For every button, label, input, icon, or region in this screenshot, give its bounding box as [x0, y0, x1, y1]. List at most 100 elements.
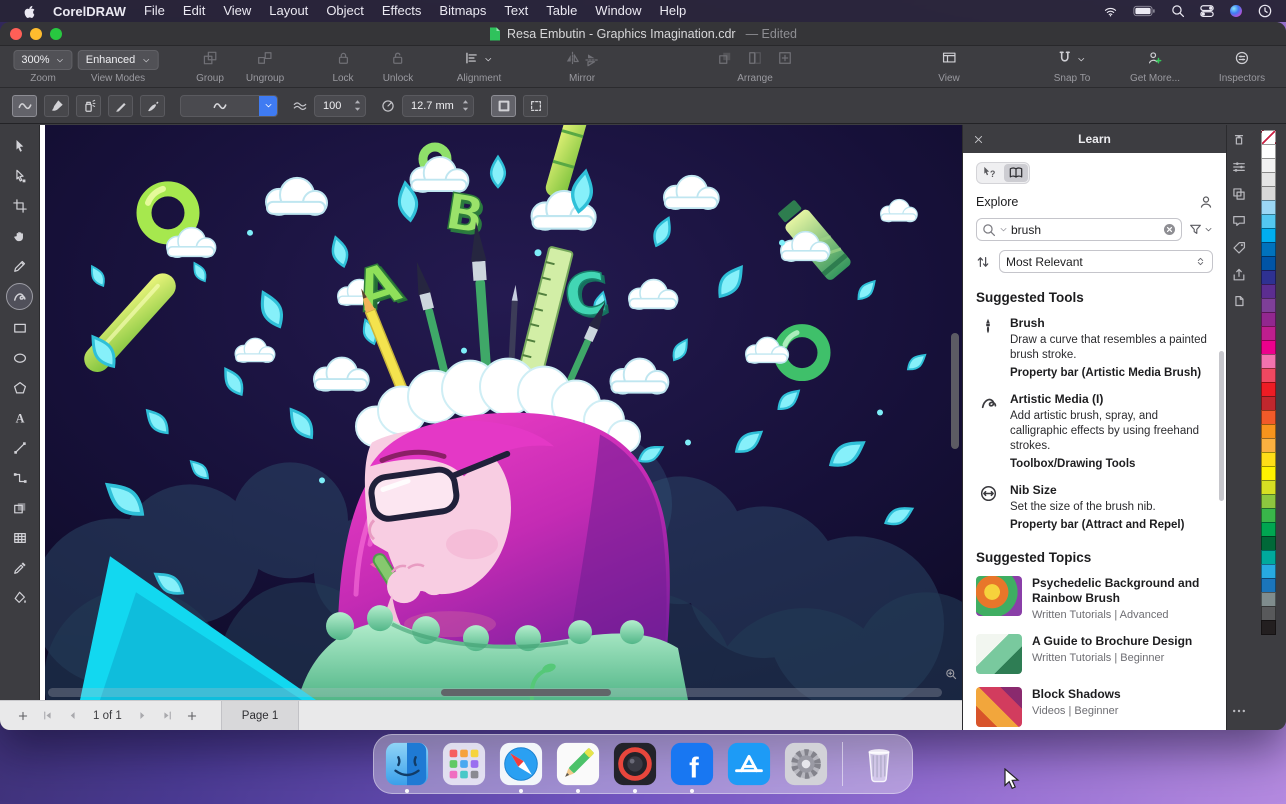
- preset-stroke-button[interactable]: [12, 95, 37, 117]
- color-swatch[interactable]: [1261, 424, 1276, 439]
- close-panel-icon[interactable]: [973, 134, 984, 145]
- dock-launchpad-icon[interactable]: [440, 740, 488, 788]
- suggested-tool-item[interactable]: Nib SizeSet the size of the brush nib.Pr…: [976, 483, 1213, 533]
- crop-tool[interactable]: [6, 193, 33, 218]
- calligraphic-button[interactable]: [108, 95, 133, 117]
- color-swatch[interactable]: [1261, 410, 1276, 425]
- fill-tool[interactable]: [6, 585, 33, 610]
- siri-icon[interactable]: [1229, 4, 1243, 18]
- mirror-button[interactable]: Mirror: [566, 49, 599, 84]
- line-tool[interactable]: [6, 435, 33, 460]
- color-swatch[interactable]: [1261, 256, 1276, 271]
- suggested-topic-item[interactable]: A Guide to Brochure DesignWritten Tutori…: [976, 634, 1213, 674]
- color-swatch[interactable]: [1261, 522, 1276, 537]
- color-swatch[interactable]: [1261, 228, 1276, 243]
- next-page-button[interactable]: [130, 710, 155, 721]
- last-page-button[interactable]: [155, 710, 180, 721]
- dock-settings-icon[interactable]: [782, 740, 830, 788]
- color-swatch[interactable]: [1261, 480, 1276, 495]
- menu-effects[interactable]: Effects: [373, 0, 431, 22]
- group-button[interactable]: Group: [196, 49, 224, 84]
- color-swatch[interactable]: [1261, 606, 1276, 621]
- shadow-tool[interactable]: [6, 495, 33, 520]
- add-page-button[interactable]: [10, 710, 35, 722]
- search-scope-chevron-icon[interactable]: [999, 225, 1008, 234]
- border-toggle-button[interactable]: [491, 95, 516, 117]
- expression-button[interactable]: [140, 95, 165, 117]
- add-page-after-button[interactable]: [180, 710, 205, 722]
- clock-icon[interactable]: [1258, 4, 1272, 18]
- graph-paper-tool[interactable]: [6, 525, 33, 550]
- horizontal-scrollbar[interactable]: [48, 688, 942, 697]
- ellipse-tool[interactable]: [6, 345, 33, 370]
- docker-comment-icon[interactable]: [1232, 214, 1246, 228]
- docker-sliders-icon[interactable]: [1232, 160, 1246, 174]
- search-input[interactable]: brush: [976, 218, 1182, 241]
- dock-finder-icon[interactable]: [383, 740, 431, 788]
- color-swatch[interactable]: [1261, 200, 1276, 215]
- pick-tool[interactable]: [6, 133, 33, 158]
- stepper-icon[interactable]: [354, 99, 361, 112]
- color-swatch[interactable]: [1261, 564, 1276, 579]
- get-more-button[interactable]: Get More...: [1130, 49, 1180, 84]
- dock-app-store-icon[interactable]: [725, 740, 773, 788]
- freehand-tool[interactable]: [6, 253, 33, 278]
- docker-export-icon[interactable]: [1232, 268, 1246, 282]
- suggested-topic-item[interactable]: Psychedelic Background and Rainbow Brush…: [976, 576, 1213, 621]
- polygon-tool[interactable]: [6, 375, 33, 400]
- color-swatch[interactable]: [1261, 214, 1276, 229]
- text-tool[interactable]: A: [6, 405, 33, 430]
- control-center-icon[interactable]: [1200, 4, 1214, 18]
- ungroup-button[interactable]: Ungroup: [246, 49, 284, 84]
- rectangle-tool[interactable]: [6, 315, 33, 340]
- panel-scrollbar[interactable]: [1219, 351, 1224, 501]
- menu-edit[interactable]: Edit: [174, 0, 214, 22]
- learn-tab[interactable]: [1004, 164, 1028, 182]
- color-swatch[interactable]: [1261, 340, 1276, 355]
- inspectors-button[interactable]: Inspectors: [1219, 49, 1265, 84]
- menu-file[interactable]: File: [135, 0, 174, 22]
- color-swatch[interactable]: [1261, 508, 1276, 523]
- menu-view[interactable]: View: [214, 0, 260, 22]
- dock-safari-icon[interactable]: [497, 740, 545, 788]
- title-bar[interactable]: Resa Embutin - Graphics Imagination.cdr …: [0, 22, 1286, 46]
- zoom-control[interactable]: 300% Zoom: [13, 49, 72, 84]
- hints-tab[interactable]: ?: [978, 164, 1002, 182]
- color-swatch[interactable]: [1261, 578, 1276, 593]
- account-icon[interactable]: [1199, 195, 1213, 209]
- color-swatch[interactable]: [1261, 284, 1276, 299]
- dock-lens-app-icon[interactable]: [611, 740, 659, 788]
- clear-search-icon[interactable]: [1163, 223, 1176, 236]
- suggested-tool-item[interactable]: BrushDraw a curve that resembles a paint…: [976, 316, 1213, 381]
- sort-dropdown[interactable]: Most Relevant: [999, 250, 1213, 273]
- color-swatch[interactable]: [1261, 326, 1276, 341]
- minimize-window-button[interactable]: [30, 28, 42, 40]
- eyedropper-tool[interactable]: [6, 555, 33, 580]
- stroke-width-input[interactable]: 12.7 mm: [402, 95, 474, 117]
- color-swatch[interactable]: [1261, 452, 1276, 467]
- dock-facebook-icon[interactable]: f: [668, 740, 716, 788]
- color-swatch[interactable]: [1261, 158, 1276, 173]
- smoothing-input[interactable]: 100: [314, 95, 366, 117]
- color-swatch[interactable]: [1261, 536, 1276, 551]
- first-page-button[interactable]: [35, 710, 60, 721]
- menu-app-name[interactable]: CorelDRAW: [44, 4, 135, 19]
- menu-text[interactable]: Text: [495, 0, 537, 22]
- drawing-canvas[interactable]: AA BB CC: [40, 125, 962, 700]
- dock-pencil-app-icon[interactable]: [554, 740, 602, 788]
- more-options-icon[interactable]: [1232, 704, 1246, 723]
- color-swatch[interactable]: [1261, 368, 1276, 383]
- color-swatch[interactable]: [1261, 494, 1276, 509]
- view-button[interactable]: View: [938, 49, 960, 84]
- brush-stroke-button[interactable]: [44, 95, 69, 117]
- suggested-tool-item[interactable]: Artistic Media (I)Add artistic brush, sp…: [976, 392, 1213, 472]
- dashed-border-toggle-button[interactable]: [523, 95, 548, 117]
- color-swatch[interactable]: [1261, 550, 1276, 565]
- wifi-icon[interactable]: [1103, 5, 1118, 18]
- menu-window[interactable]: Window: [586, 0, 650, 22]
- color-swatch[interactable]: [1261, 186, 1276, 201]
- color-swatch[interactable]: [1261, 592, 1276, 607]
- lock-button[interactable]: Lock: [332, 49, 353, 84]
- color-swatch[interactable]: [1261, 144, 1276, 159]
- view-modes-control[interactable]: Enhanced View Modes: [78, 49, 159, 84]
